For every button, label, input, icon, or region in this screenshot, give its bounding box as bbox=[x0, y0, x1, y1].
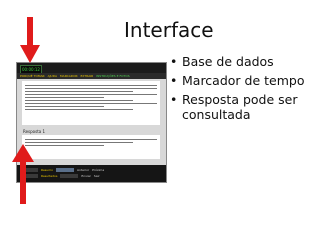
question-text-line bbox=[25, 103, 157, 104]
question-text-line bbox=[25, 97, 105, 98]
question-text-line bbox=[25, 106, 105, 107]
toolbar-button[interactable]: PORQUÊ TOMAR bbox=[20, 73, 45, 79]
answer-text-line bbox=[25, 139, 157, 140]
bottom-bar-segment bbox=[60, 174, 79, 178]
toolbar-button[interactable]: INSTRUÇÕES E FOTOS bbox=[96, 73, 129, 79]
question-text-line bbox=[25, 94, 157, 95]
arrow-up-icon bbox=[12, 144, 34, 204]
bottom-button[interactable]: Enviar bbox=[81, 174, 90, 178]
app-bottom-bar: Resumo Anterior Próxima Resultados Envia… bbox=[17, 165, 166, 182]
bottom-button[interactable]: Resumo bbox=[41, 168, 53, 172]
question-text-line bbox=[25, 109, 134, 110]
app-screenshot: 00:00:12 PORQUÊ TOMAR AJUDA MARCADOR EXT… bbox=[16, 62, 167, 183]
slide-title: Interface bbox=[124, 18, 214, 42]
answer-label: Resposta 1 bbox=[23, 129, 46, 134]
toolbar-button[interactable]: AJUDA bbox=[48, 73, 57, 79]
toolbar-button[interactable]: EXTRAIR bbox=[81, 73, 94, 79]
answer-text-line bbox=[25, 142, 134, 143]
bullet-item: Base de dados bbox=[170, 54, 318, 69]
bottom-button[interactable]: Resultados bbox=[41, 174, 57, 178]
bullet-item: Resposta pode ser consultada bbox=[170, 92, 318, 122]
question-text-line bbox=[25, 85, 157, 86]
bullet-item: Marcador de tempo bbox=[170, 73, 318, 88]
bottom-button[interactable]: Próxima bbox=[92, 168, 104, 172]
question-text-line bbox=[25, 91, 134, 92]
answer-text-line bbox=[25, 145, 105, 146]
bottom-button[interactable]: Anterior bbox=[77, 168, 89, 172]
question-text-line bbox=[25, 88, 157, 89]
question-text-line bbox=[25, 100, 134, 101]
bottom-button[interactable]: Sair bbox=[94, 174, 100, 178]
arrow-down-icon bbox=[20, 17, 40, 63]
toolbar-button[interactable]: MARCADOR bbox=[60, 73, 77, 79]
app-toolbar: PORQUÊ TOMAR AJUDA MARCADOR EXTRAIR INST… bbox=[17, 73, 166, 79]
bullet-list: Base de dados Marcador de tempo Resposta… bbox=[170, 54, 318, 126]
bottom-bar-segment bbox=[56, 168, 75, 172]
answer-panel[interactable] bbox=[22, 135, 160, 159]
question-panel bbox=[22, 81, 160, 125]
